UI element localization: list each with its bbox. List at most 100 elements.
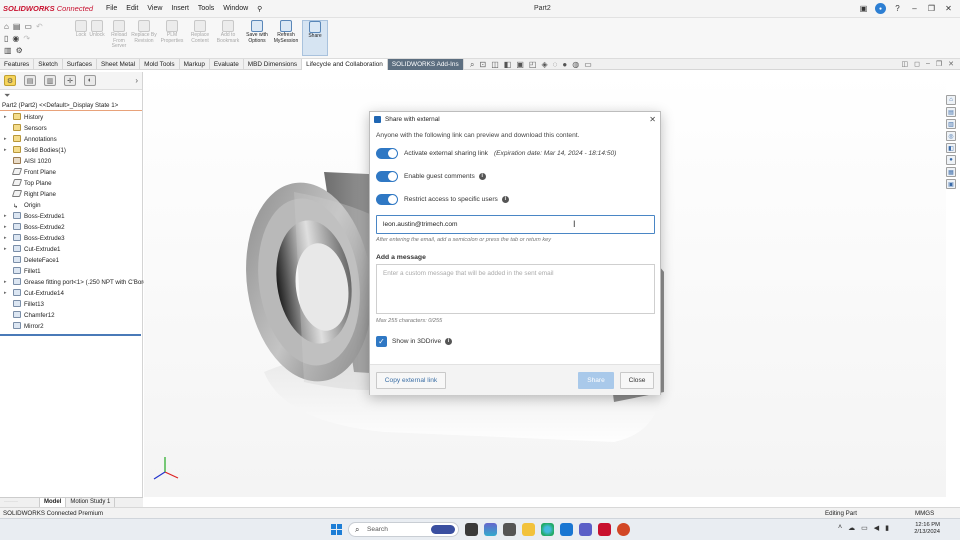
zoom-fit-icon[interactable]: ⌕ bbox=[470, 60, 474, 70]
pin-icon[interactable]: ⚲ bbox=[257, 5, 262, 13]
tree-node-boss-extrude3[interactable]: ▸ Boss-Extrude3 bbox=[0, 233, 142, 244]
taskbar-search[interactable]: ⌕ Search bbox=[348, 522, 459, 537]
info-icon[interactable]: i bbox=[501, 196, 509, 203]
powerpoint-icon[interactable] bbox=[617, 523, 630, 536]
display-manager-tab-icon[interactable]: ◐ bbox=[84, 75, 96, 86]
tab-surfaces[interactable]: Surfaces bbox=[63, 59, 98, 70]
chevron-right-icon[interactable]: › bbox=[135, 76, 138, 85]
tree-node-boss-extrude2[interactable]: ▸ Boss-Extrude2 bbox=[0, 222, 142, 233]
tree-node-fillet13[interactable]: Fillet13 bbox=[0, 299, 142, 310]
save-with-options-button[interactable]: Save with Options bbox=[244, 20, 270, 44]
add-to-bookmark-button[interactable]: Add to Bookmark bbox=[215, 20, 241, 44]
widgets-icon[interactable] bbox=[465, 523, 478, 536]
expand-icon[interactable]: ▸ bbox=[4, 233, 7, 244]
expand-icon[interactable]: ▸ bbox=[4, 244, 7, 255]
replace-content-button[interactable]: Replace Content bbox=[187, 20, 213, 44]
show-in-3ddrive-checkbox[interactable]: ✓ bbox=[376, 336, 387, 347]
tree-node-boss-extrude1[interactable]: ▸ Boss-Extrude1 bbox=[0, 211, 142, 222]
view-settings-icon[interactable]: ▭ bbox=[584, 60, 592, 70]
home-icon[interactable]: ⌂ bbox=[4, 22, 9, 31]
copilot-icon[interactable] bbox=[484, 523, 497, 536]
tab-evaluate[interactable]: Evaluate bbox=[210, 59, 244, 70]
task-view-icon[interactable] bbox=[503, 523, 516, 536]
section-view-icon[interactable]: ◧ bbox=[504, 60, 512, 70]
battery-icon[interactable]: ▮ bbox=[885, 524, 889, 532]
appearances-icon[interactable]: ● bbox=[946, 155, 956, 165]
gear-icon[interactable]: ⚙ bbox=[16, 46, 23, 55]
tree-node-grease-fitting-port[interactable]: ▸ Grease fitting port<1> (.250 NPT with C… bbox=[0, 277, 147, 288]
close-icon[interactable]: ✕ bbox=[649, 115, 656, 124]
volume-icon[interactable]: ◀ bbox=[874, 524, 879, 532]
teams-icon[interactable] bbox=[579, 523, 592, 536]
taskbar-clock[interactable]: 12:16 PM 2/13/2024 bbox=[910, 522, 940, 536]
expand-icon[interactable]: ▸ bbox=[4, 134, 7, 145]
custom-properties-icon[interactable]: ▦ bbox=[946, 167, 956, 177]
filter-icon[interactable]: ⏷ bbox=[0, 90, 142, 101]
save-icon[interactable]: ▤ bbox=[13, 22, 21, 31]
tree-node-front-plane[interactable]: Front Plane bbox=[0, 167, 142, 178]
tree-node-cut-extrude1[interactable]: ▸ Cut-Extrude1 bbox=[0, 244, 142, 255]
tree-node-cut-extrude14[interactable]: ▸ Cut-Extrude14 bbox=[0, 288, 142, 299]
share-button[interactable]: Share bbox=[302, 20, 328, 56]
tab-motion-study[interactable]: Motion Study 1 bbox=[66, 498, 116, 507]
display-style-icon[interactable]: ◈ bbox=[541, 60, 547, 70]
tree-node-top-plane[interactable]: Top Plane bbox=[0, 178, 142, 189]
menu-view[interactable]: View bbox=[147, 5, 162, 13]
menu-edit[interactable]: Edit bbox=[126, 5, 138, 13]
info-icon[interactable]: i bbox=[478, 173, 486, 180]
restrict-access-toggle[interactable] bbox=[376, 194, 398, 205]
solidworks-resources-icon[interactable]: ⌂ bbox=[946, 95, 956, 105]
design-library-icon[interactable]: ▤ bbox=[946, 107, 956, 117]
tree-node-right-plane[interactable]: Right Plane bbox=[0, 189, 142, 200]
3dexperience-icon[interactable]: ◎ bbox=[946, 131, 956, 141]
reload-from-server-button[interactable]: Reload From Server bbox=[106, 20, 132, 50]
previous-view-icon[interactable]: ◫ bbox=[491, 60, 499, 70]
view-palette-icon[interactable]: ◧ bbox=[946, 143, 956, 153]
rollback-bar[interactable] bbox=[0, 334, 141, 336]
close-button[interactable]: Close bbox=[620, 372, 654, 389]
configuration-manager-tab-icon[interactable]: ▥ bbox=[44, 75, 56, 86]
chevron-up-icon[interactable]: ˄ bbox=[838, 524, 842, 532]
feature-manager-tab-icon[interactable]: ⚙ bbox=[4, 75, 16, 86]
tree-node-annotations[interactable]: ▸ Annotations bbox=[0, 134, 142, 145]
solidworks-app-icon[interactable] bbox=[598, 523, 611, 536]
avatar[interactable]: ● bbox=[875, 3, 886, 14]
doc-maximize-icon[interactable]: ❐ bbox=[936, 60, 942, 68]
tab-mold-tools[interactable]: Mold Tools bbox=[140, 59, 180, 70]
tab-sheet-metal[interactable]: Sheet Metal bbox=[97, 59, 141, 70]
windows-start-icon[interactable] bbox=[331, 524, 342, 535]
expand-icon[interactable]: ▸ bbox=[4, 288, 7, 299]
tree-node-fillet1[interactable]: Fillet1 bbox=[0, 266, 142, 277]
guest-comments-toggle[interactable] bbox=[376, 171, 398, 182]
minimize-icon[interactable]: – bbox=[909, 3, 920, 14]
file-explorer-app-icon[interactable] bbox=[522, 523, 535, 536]
tab-markup[interactable]: Markup bbox=[180, 59, 210, 70]
scene-icon[interactable]: ◍ bbox=[572, 60, 579, 70]
menu-tools[interactable]: Tools bbox=[198, 5, 214, 13]
message-textarea[interactable]: Enter a custom message that will be adde… bbox=[376, 264, 655, 314]
print-icon[interactable]: ▭ bbox=[24, 22, 32, 31]
appearance-icon[interactable]: ● bbox=[562, 60, 567, 70]
onedrive-icon[interactable]: ☁ bbox=[848, 524, 855, 532]
restore-icon[interactable]: ❐ bbox=[926, 3, 937, 14]
menu-insert[interactable]: Insert bbox=[171, 5, 189, 13]
app-logo[interactable]: SOLIDWORKS Connected bbox=[3, 4, 93, 13]
expand-icon[interactable]: ▸ bbox=[4, 222, 7, 233]
tree-node-chamfer12[interactable]: Chamfer12 bbox=[0, 310, 142, 321]
close-window-icon[interactable]: ✕ bbox=[943, 3, 954, 14]
tab-lifecycle-collaboration[interactable]: Lifecycle and Collaboration bbox=[302, 59, 388, 70]
options-icon[interactable]: ◉ bbox=[12, 34, 19, 43]
undo-icon[interactable]: ↶ bbox=[36, 22, 43, 31]
doc-minimize-icon[interactable]: – bbox=[926, 60, 930, 68]
help-icon[interactable]: ? bbox=[892, 3, 903, 14]
copy-external-link-button[interactable]: Copy external link bbox=[376, 372, 446, 389]
file-explorer-icon[interactable]: ▥ bbox=[946, 119, 956, 129]
expand-icon[interactable]: ▸ bbox=[4, 211, 7, 222]
new-document-icon[interactable]: ▯ bbox=[4, 34, 8, 43]
view-orientation-icon[interactable]: ◰ bbox=[529, 60, 537, 70]
tab-sketch[interactable]: Sketch bbox=[34, 59, 63, 70]
zoom-area-icon[interactable]: ⊡ bbox=[479, 60, 486, 70]
tree-node-deleteface1[interactable]: DeleteFace1 bbox=[0, 255, 142, 266]
edge-browser-icon[interactable] bbox=[541, 523, 554, 536]
dynamic-annotation-icon[interactable]: ▣ bbox=[516, 60, 524, 70]
